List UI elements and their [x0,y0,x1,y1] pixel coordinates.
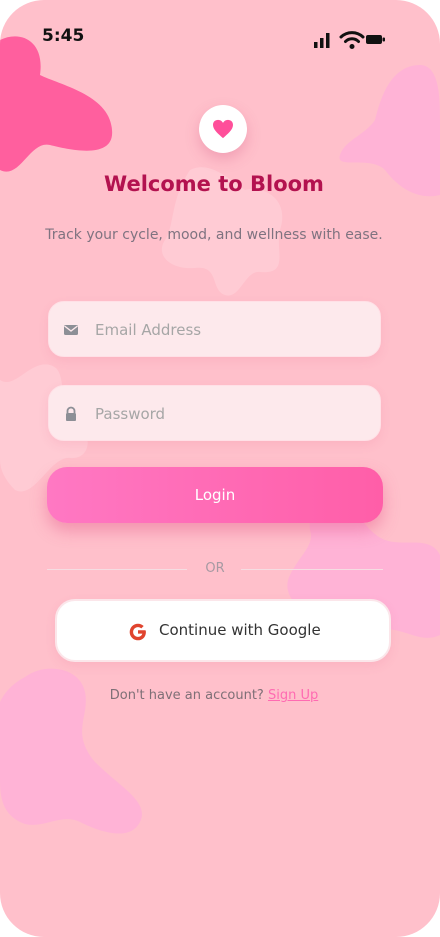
password-input[interactable] [95,386,375,442]
app-screen: 5:45 Welcome to Bloom Track your cycle, … [0,0,440,937]
divider-line-right [241,569,383,570]
envelope-icon [64,325,78,335]
signup-prompt: Don't have an account? [109,688,264,703]
email-field[interactable] [48,301,381,358]
app-logo [199,105,247,153]
wifi-icon [339,31,365,49]
page-subtitle: Track your cycle, mood, and wellness wit… [45,227,383,243]
heart-icon [213,119,233,139]
battery-icon [366,35,385,44]
status-time: 5:45 [42,26,85,46]
signal-icon [314,33,330,48]
page-title: Welcome to Bloom [104,172,324,196]
divider-line-left [47,569,187,570]
google-g-icon [129,623,146,641]
google-signin-button[interactable]: Continue with Google [55,599,391,662]
status-bar: 5:45 [0,0,440,70]
divider-or-label: OR [205,561,225,576]
signup-row: Don't have an account? Sign Up [0,688,428,703]
signup-link[interactable]: Sign Up [268,688,318,703]
login-button[interactable]: Login [47,467,383,523]
google-signin-label: Continue with Google [159,621,321,639]
status-icons [314,31,385,49]
email-input[interactable] [95,302,375,358]
lock-icon [66,406,76,421]
password-field[interactable] [48,385,381,442]
